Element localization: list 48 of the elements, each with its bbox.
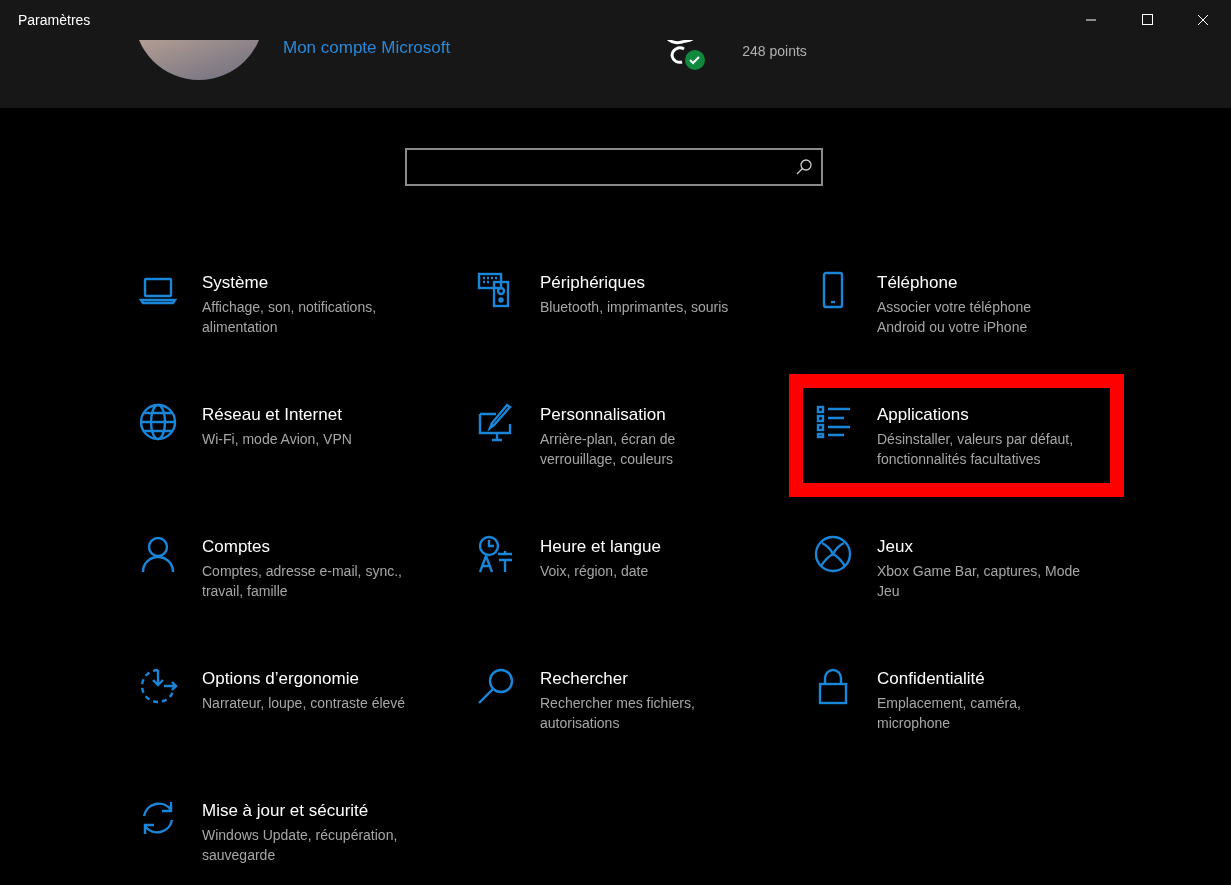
settings-tile[interactable]: Téléphone Associer votre téléphone Android ou votre iPhone [813,270,1113,337]
tile-description: Désinstaller, valeurs par défaut, fonctionnalités facultatives [877,430,1075,469]
settings-tile[interactable]: Comptes Comptes, adresse e-mail, sync., travail, famille [138,534,438,601]
tile-title: Applications [877,405,970,425]
globe-icon [138,402,178,442]
settings-tile[interactable]: Confidentialité Emplacement, caméra, microphone [813,666,1113,733]
tile-title: Comptes [202,537,272,557]
tile-description: Voix, région, date [540,562,650,581]
settings-tile[interactable]: Jeux Xbox Game Bar, captures, Mode Jeu [813,534,1113,601]
settings-tile[interactable]: Système Affichage, son, notifications, alimentation [138,270,438,337]
settings-tile[interactable]: Réseau et Internet Wi-Fi, mode Avion, VPN [138,402,438,449]
tile-description: Associer votre téléphone Android ou votre iPhone [877,298,1033,337]
settings-tile[interactable]: Options d’ergonomie Narrateur, loupe, contraste élevé [138,666,438,713]
tile-title: Périphériques [540,273,646,293]
account-link[interactable]: Mon compte Microsoft [283,40,451,58]
tile-description: Emplacement, caméra, microphone [877,694,1022,733]
xbox-icon [813,534,853,574]
settings-tile[interactable]: Mise à jour et sécurité Windows Update, récupération, sauvegarde [138,798,438,865]
tile-description: Narrateur, loupe, contraste élevé [202,694,407,713]
settings-tile[interactable]: Personnalisation Arrière-plan, écran de verrouillage, couleurs [476,402,776,469]
tile-title: Personnalisation [540,405,667,425]
tile-description: Rechercher mes fichiers, autorisations [540,694,696,733]
window-title: Paramètres [18,12,91,28]
tile-description: Xbox Game Bar, captures, Mode Jeu [877,562,1082,601]
settings-tile[interactable]: Heure et langue Voix, région, date [476,534,776,581]
search-field[interactable] [405,148,823,186]
settings-tile[interactable]: Périphériques Bluetooth, imprimantes, souris [476,270,776,317]
points-label: 248 points [742,43,807,59]
tile-description: Affichage, son, notifications, alimentation [202,298,378,337]
tile-title: Téléphone [877,273,959,293]
tile-description: Comptes, adresse e-mail, sync., travail, famille [202,562,403,601]
tile-description: Arrière-plan, écran de verrouillage, couleurs [540,430,677,469]
tile-title: Confidentialité [877,669,986,689]
tile-title: Système [202,273,270,293]
accessibility-icon [138,666,178,706]
search-icon [476,666,516,706]
tile-title: Options d’ergonomie [202,669,360,689]
tile-description: Bluetooth, imprimantes, souris [540,298,730,317]
tile-description: Windows Update, récupération, sauvegarde [202,826,399,865]
tile-title: Heure et langue [540,537,662,557]
tile-description: Wi-Fi, mode Avion, VPN [202,430,353,449]
tile-title: Rechercher [540,669,629,689]
settings-tile[interactable]: Applications Désinstaller, valeurs par défaut, fonctionnalités facultatives [813,402,1113,469]
settings-tile[interactable]: Rechercher Rechercher mes fichiers, autorisations [476,666,776,733]
tile-title: Réseau et Internet [202,405,343,425]
tile-title: Mise à jour et sécurité [202,801,370,821]
tile-title: Jeux [877,537,914,557]
search-icon [795,158,813,176]
